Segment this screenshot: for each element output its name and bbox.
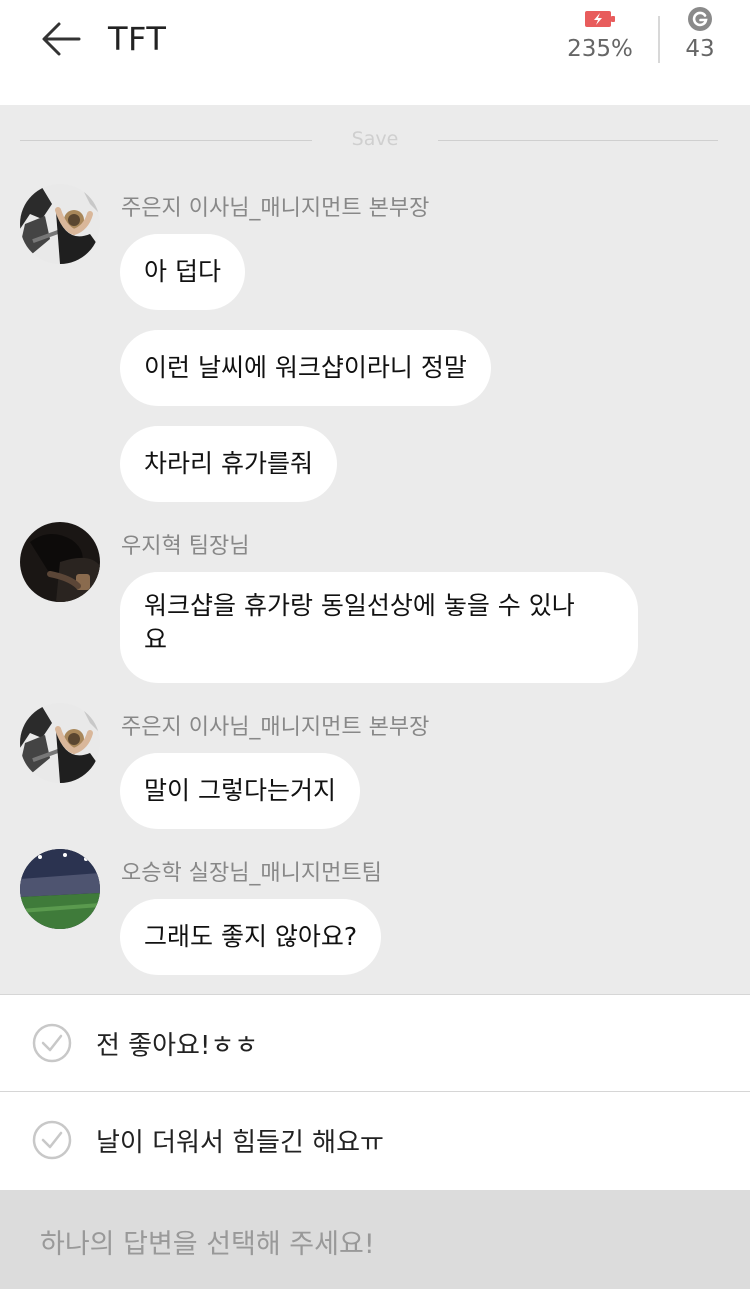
- separator-line: [438, 140, 718, 141]
- save-separator: Save: [20, 126, 718, 154]
- chat-bubble: 이런 날씨에 워크샵이라니 정말: [120, 330, 491, 406]
- arrow-left-icon: [42, 22, 81, 56]
- avatar[interactable]: [20, 184, 100, 264]
- avatar[interactable]: [20, 522, 100, 602]
- check-circle-icon: [32, 1120, 72, 1160]
- check-circle-icon: [32, 1023, 72, 1063]
- answer-option[interactable]: 날이 더워서 힘들긴 해요ㅠ: [0, 1092, 750, 1188]
- chat-bubble: 말이 그렇다는거지: [120, 753, 360, 829]
- answer-label: 전 좋아요!ㅎㅎ: [96, 1031, 259, 1061]
- submit-button-label: 하나의 답변을 선택해 주세요!: [40, 1229, 375, 1260]
- top-bar: TFT 235% 43: [0, 0, 750, 105]
- profile-photo-icon: [20, 703, 100, 783]
- profile-photo-icon: [20, 184, 100, 264]
- answer-option[interactable]: 전 좋아요!ㅎㅎ: [0, 995, 750, 1092]
- chat-bubble: 워크샵을 휴가랑 동일선상에 놓을 수 있나 요: [120, 572, 638, 683]
- back-button[interactable]: [38, 18, 84, 60]
- battery-value: 235%: [567, 36, 633, 62]
- header-divider: [658, 16, 660, 63]
- avatar[interactable]: [20, 703, 100, 783]
- battery-stat: 235%: [560, 8, 640, 62]
- chat-bubble: 차라리 휴가를줘: [120, 426, 337, 502]
- chat-bubble: 아 덥다: [120, 234, 245, 310]
- answer-label: 날이 더워서 힘들긴 해요ㅠ: [96, 1128, 384, 1158]
- separator-line: [20, 140, 312, 141]
- battery-icon: [585, 11, 615, 27]
- answer-options: 전 좋아요!ㅎㅎ 날이 더워서 힘들긴 해요ㅠ: [0, 994, 750, 1190]
- chat-bubble: 그래도 좋지 않아요?: [120, 899, 382, 975]
- avatar[interactable]: [20, 849, 100, 929]
- profile-photo-icon: [20, 522, 100, 602]
- submit-button[interactable]: 하나의 답변을 선택해 주세요!: [0, 1190, 750, 1289]
- profile-photo-icon: [20, 849, 100, 929]
- page-title: TFT: [108, 20, 167, 58]
- coin-value: 43: [685, 36, 715, 62]
- sender-name: 우지혁 팀장님: [121, 534, 250, 559]
- sender-name: 주은지 이사님_매니지먼트 본부장: [121, 196, 430, 221]
- sender-name: 오승학 실장님_매니지먼트팀: [121, 861, 382, 886]
- save-button[interactable]: Save: [312, 128, 438, 150]
- sender-name: 주은지 이사님_매니지먼트 본부장: [121, 715, 430, 740]
- g-coin-icon: [688, 7, 712, 31]
- coin-stat: 43: [670, 7, 730, 62]
